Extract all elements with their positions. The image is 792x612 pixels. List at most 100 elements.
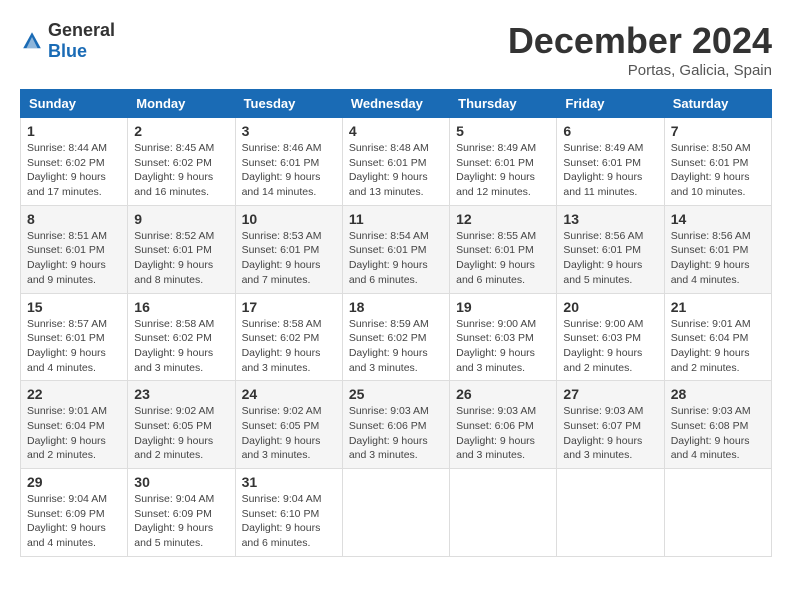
calendar-cell: 6 Sunrise: 8:49 AM Sunset: 6:01 PM Daylig… — [557, 118, 664, 206]
day-info: Sunrise: 9:02 AM Sunset: 6:05 PM Dayligh… — [134, 404, 228, 463]
calendar-week-3: 15 Sunrise: 8:57 AM Sunset: 6:01 PM Dayli… — [21, 293, 772, 381]
logo-blue: Blue — [48, 41, 87, 61]
calendar-cell: 8 Sunrise: 8:51 AM Sunset: 6:01 PM Daylig… — [21, 205, 128, 293]
calendar-cell: 30 Sunrise: 9:04 AM Sunset: 6:09 PM Dayli… — [128, 469, 235, 557]
calendar-cell: 18 Sunrise: 8:59 AM Sunset: 6:02 PM Dayli… — [342, 293, 449, 381]
day-number: 21 — [671, 299, 765, 315]
day-number: 23 — [134, 386, 228, 402]
day-info: Sunrise: 9:01 AM Sunset: 6:04 PM Dayligh… — [671, 317, 765, 376]
calendar-cell: 31Sunrise: 9:04 AM Sunset: 6:10 PM Dayli… — [235, 469, 342, 557]
day-info: Sunrise: 9:01 AM Sunset: 6:04 PM Dayligh… — [27, 404, 121, 463]
calendar-cell: 7 Sunrise: 8:50 AM Sunset: 6:01 PM Daylig… — [664, 118, 771, 206]
day-number: 4 — [349, 123, 443, 139]
calendar-cell: 19Sunrise: 9:00 AM Sunset: 6:03 PM Dayli… — [450, 293, 557, 381]
day-info: Sunrise: 8:58 AM Sunset: 6:02 PM Dayligh… — [134, 317, 228, 376]
calendar-cell — [557, 469, 664, 557]
day-number: 29 — [27, 474, 121, 490]
day-info: Sunrise: 8:46 AM Sunset: 6:01 PM Dayligh… — [242, 141, 336, 200]
day-info: Sunrise: 8:55 AM Sunset: 6:01 PM Dayligh… — [456, 229, 550, 288]
day-number: 26 — [456, 386, 550, 402]
day-info: Sunrise: 8:59 AM Sunset: 6:02 PM Dayligh… — [349, 317, 443, 376]
location: Portas, Galicia, Spain — [508, 62, 772, 79]
calendar-cell: 15 Sunrise: 8:57 AM Sunset: 6:01 PM Dayli… — [21, 293, 128, 381]
day-info: Sunrise: 9:03 AM Sunset: 6:06 PM Dayligh… — [456, 404, 550, 463]
day-number: 8 — [27, 211, 121, 227]
day-info: Sunrise: 8:45 AM Sunset: 6:02 PM Dayligh… — [134, 141, 228, 200]
calendar-cell: 26 Sunrise: 9:03 AM Sunset: 6:06 PM Dayli… — [450, 381, 557, 469]
day-info: Sunrise: 8:57 AM Sunset: 6:01 PM Dayligh… — [27, 317, 121, 376]
day-info: Sunrise: 8:50 AM Sunset: 6:01 PM Dayligh… — [671, 141, 765, 200]
logo-icon — [20, 29, 44, 53]
day-number: 11 — [349, 211, 443, 227]
calendar-week-5: 29 Sunrise: 9:04 AM Sunset: 6:09 PM Dayli… — [21, 469, 772, 557]
day-info: Sunrise: 8:52 AM Sunset: 6:01 PM Dayligh… — [134, 229, 228, 288]
weekday-header-saturday: Saturday — [664, 90, 771, 118]
day-number: 5 — [456, 123, 550, 139]
calendar-cell: 11 Sunrise: 8:54 AM Sunset: 6:01 PM Dayli… — [342, 205, 449, 293]
day-number: 27 — [563, 386, 657, 402]
calendar-cell: 5Sunrise: 8:49 AM Sunset: 6:01 PM Daylig… — [450, 118, 557, 206]
calendar-cell: 12 Sunrise: 8:55 AM Sunset: 6:01 PM Dayli… — [450, 205, 557, 293]
calendar-week-1: 1 Sunrise: 8:44 AM Sunset: 6:02 PM Daylig… — [21, 118, 772, 206]
calendar-cell: 13 Sunrise: 8:56 AM Sunset: 6:01 PM Dayli… — [557, 205, 664, 293]
day-number: 13 — [563, 211, 657, 227]
day-number: 31 — [242, 474, 336, 490]
day-info: Sunrise: 8:58 AM Sunset: 6:02 PM Dayligh… — [242, 317, 336, 376]
calendar-cell: 22Sunrise: 9:01 AM Sunset: 6:04 PM Dayli… — [21, 381, 128, 469]
day-number: 12 — [456, 211, 550, 227]
day-info: Sunrise: 8:56 AM Sunset: 6:01 PM Dayligh… — [563, 229, 657, 288]
day-number: 10 — [242, 211, 336, 227]
calendar-body: 1 Sunrise: 8:44 AM Sunset: 6:02 PM Daylig… — [21, 118, 772, 557]
calendar-table: SundayMondayTuesdayWednesdayThursdayFrid… — [20, 89, 772, 557]
calendar-header-row: SundayMondayTuesdayWednesdayThursdayFrid… — [21, 90, 772, 118]
day-number: 19 — [456, 299, 550, 315]
day-info: Sunrise: 9:03 AM Sunset: 6:08 PM Dayligh… — [671, 404, 765, 463]
day-number: 1 — [27, 123, 121, 139]
day-number: 15 — [27, 299, 121, 315]
day-number: 30 — [134, 474, 228, 490]
day-number: 17 — [242, 299, 336, 315]
calendar-cell: 14Sunrise: 8:56 AM Sunset: 6:01 PM Dayli… — [664, 205, 771, 293]
weekday-header-tuesday: Tuesday — [235, 90, 342, 118]
day-info: Sunrise: 9:04 AM Sunset: 6:09 PM Dayligh… — [134, 492, 228, 551]
title-block: December 2024 Portas, Galicia, Spain — [508, 20, 772, 79]
day-number: 2 — [134, 123, 228, 139]
calendar-cell — [664, 469, 771, 557]
day-number: 3 — [242, 123, 336, 139]
calendar-cell: 29Sunrise: 9:04 AM Sunset: 6:09 PM Dayli… — [21, 469, 128, 557]
day-number: 9 — [134, 211, 228, 227]
calendar-cell: 24Sunrise: 9:02 AM Sunset: 6:05 PM Dayli… — [235, 381, 342, 469]
month-title: December 2024 — [508, 20, 772, 62]
day-info: Sunrise: 8:53 AM Sunset: 6:01 PM Dayligh… — [242, 229, 336, 288]
calendar-cell: 17 Sunrise: 8:58 AM Sunset: 6:02 PM Dayli… — [235, 293, 342, 381]
day-number: 16 — [134, 299, 228, 315]
day-number: 7 — [671, 123, 765, 139]
calendar-cell: 9 Sunrise: 8:52 AM Sunset: 6:01 PM Daylig… — [128, 205, 235, 293]
calendar-week-2: 8 Sunrise: 8:51 AM Sunset: 6:01 PM Daylig… — [21, 205, 772, 293]
calendar-cell: 21 Sunrise: 9:01 AM Sunset: 6:04 PM Dayli… — [664, 293, 771, 381]
day-info: Sunrise: 8:51 AM Sunset: 6:01 PM Dayligh… — [27, 229, 121, 288]
day-number: 25 — [349, 386, 443, 402]
weekday-header-thursday: Thursday — [450, 90, 557, 118]
calendar-cell: 27Sunrise: 9:03 AM Sunset: 6:07 PM Dayli… — [557, 381, 664, 469]
day-number: 18 — [349, 299, 443, 315]
logo-general: General — [48, 20, 115, 40]
calendar-cell: 16 Sunrise: 8:58 AM Sunset: 6:02 PM Dayli… — [128, 293, 235, 381]
day-info: Sunrise: 8:49 AM Sunset: 6:01 PM Dayligh… — [563, 141, 657, 200]
calendar-cell: 2 Sunrise: 8:45 AM Sunset: 6:02 PM Daylig… — [128, 118, 235, 206]
calendar-cell: 10 Sunrise: 8:53 AM Sunset: 6:01 PM Dayli… — [235, 205, 342, 293]
weekday-header-friday: Friday — [557, 90, 664, 118]
calendar-cell: 4Sunrise: 8:48 AM Sunset: 6:01 PM Daylig… — [342, 118, 449, 206]
weekday-header-wednesday: Wednesday — [342, 90, 449, 118]
calendar-cell: 3 Sunrise: 8:46 AM Sunset: 6:01 PM Daylig… — [235, 118, 342, 206]
day-number: 20 — [563, 299, 657, 315]
logo: General Blue — [20, 20, 115, 62]
day-number: 14 — [671, 211, 765, 227]
day-number: 6 — [563, 123, 657, 139]
day-info: Sunrise: 8:54 AM Sunset: 6:01 PM Dayligh… — [349, 229, 443, 288]
calendar-cell: 25 Sunrise: 9:03 AM Sunset: 6:06 PM Dayli… — [342, 381, 449, 469]
calendar-week-4: 22Sunrise: 9:01 AM Sunset: 6:04 PM Dayli… — [21, 381, 772, 469]
day-info: Sunrise: 9:03 AM Sunset: 6:06 PM Dayligh… — [349, 404, 443, 463]
calendar-cell — [342, 469, 449, 557]
day-info: Sunrise: 8:44 AM Sunset: 6:02 PM Dayligh… — [27, 141, 121, 200]
